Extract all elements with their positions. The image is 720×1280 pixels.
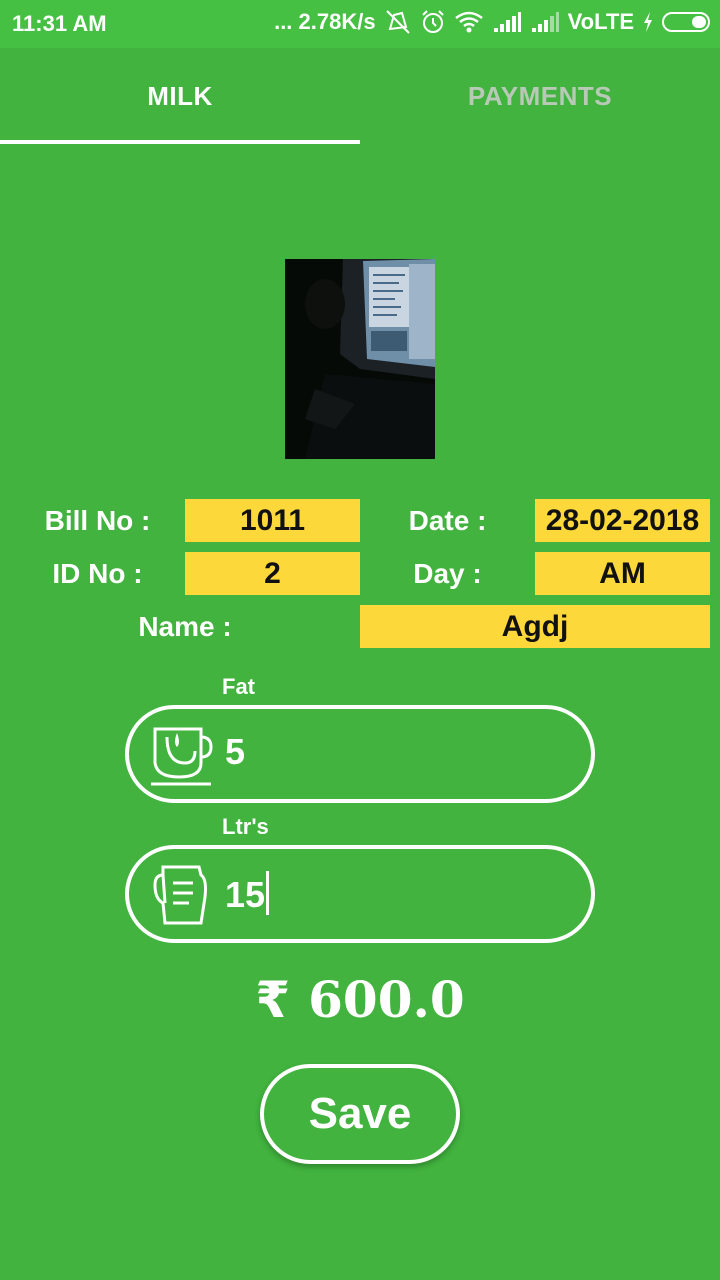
profile-photo[interactable]: [285, 259, 435, 459]
status-icons: ... 2.78K/s VoLTE: [274, 9, 710, 35]
fat-caption: Fat: [222, 674, 255, 699]
tab-payments[interactable]: PAYMENTS: [360, 48, 720, 144]
liters-input[interactable]: 15: [225, 871, 525, 916]
battery-icon: [662, 12, 710, 32]
jug-icon: [153, 865, 207, 925]
wifi-icon: [454, 11, 483, 33]
liters-caption: Ltr's: [222, 814, 269, 839]
day-label: Day :: [413, 558, 482, 589]
signal-icon: [531, 12, 559, 32]
tab-indicator: [0, 140, 360, 144]
liters-value: 15: [225, 874, 266, 915]
signal-icon: [493, 12, 521, 32]
amount-value: 600.0: [308, 970, 465, 1029]
total-amount: ₹600.0: [0, 970, 720, 1029]
name-value: Agdj: [360, 605, 710, 648]
status-bar: 11:31 AM ... 2.78K/s VoLTE: [0, 0, 720, 48]
status-time: 11:31 AM: [12, 11, 107, 36]
rupee-icon: ₹: [255, 971, 291, 1029]
alarm-icon: [421, 10, 444, 33]
fat-field[interactable]: 5: [125, 705, 595, 803]
liters-field[interactable]: 15: [125, 845, 595, 943]
text-cursor: [266, 871, 270, 915]
tab-bar: MILK PAYMENTS: [0, 48, 720, 144]
photo-image: [285, 259, 435, 459]
mute-icon: [385, 10, 410, 34]
network-type: VoLTE: [567, 9, 634, 34]
bill-no-value: 1011: [185, 499, 360, 542]
tab-milk[interactable]: MILK: [0, 48, 360, 144]
save-button[interactable]: Save: [260, 1064, 460, 1164]
bill-no-label: Bill No :: [44, 505, 151, 536]
charging-icon: [644, 12, 652, 32]
date-label: Date :: [408, 505, 487, 536]
cup-icon: [151, 727, 213, 786]
network-speed: ... 2.78K/s: [274, 9, 376, 34]
date-value[interactable]: 28-02-2018: [535, 499, 710, 542]
id-no-label: ID No :: [52, 558, 143, 589]
day-value[interactable]: AM: [535, 552, 710, 595]
name-label: Name :: [138, 611, 232, 642]
id-no-value[interactable]: 2: [185, 552, 360, 595]
fat-input[interactable]: 5: [225, 731, 525, 773]
